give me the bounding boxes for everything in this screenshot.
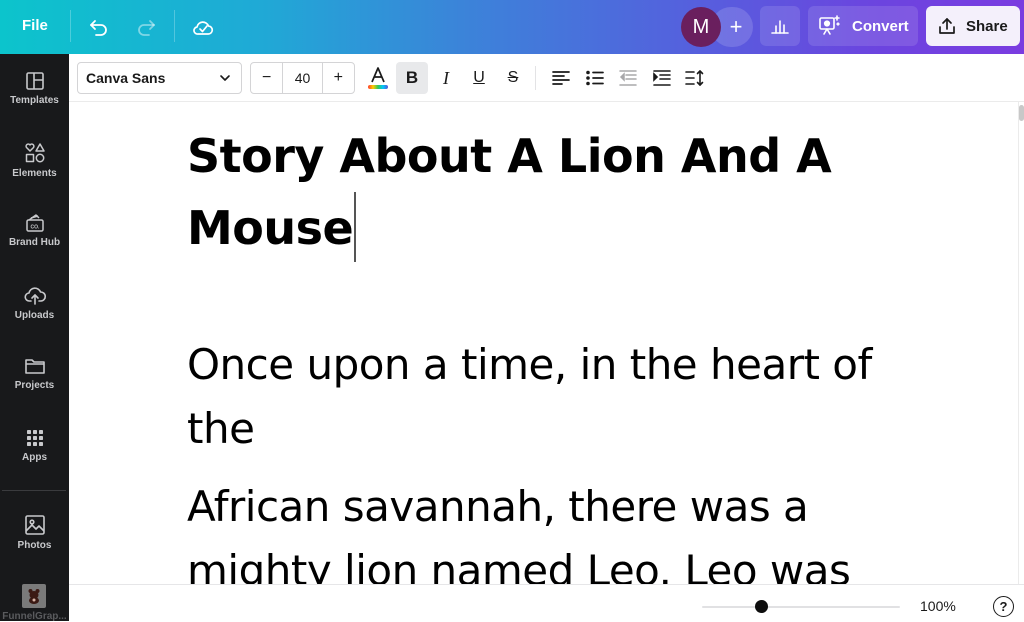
user-avatar[interactable]: M [681,7,721,47]
font-size-input[interactable]: 40 [282,63,323,93]
sidebar-item-elements[interactable]: Elements [0,142,69,179]
toolbar-divider [535,66,536,90]
help-icon: ? [999,599,1008,614]
decrease-font-size-button[interactable]: − [251,63,282,93]
sidebar-item-label: Templates [10,95,59,106]
vertical-scrollbar[interactable] [1019,102,1024,584]
bulleted-list-button[interactable] [579,62,611,94]
italic-icon: I [443,67,449,88]
share-upload-icon [939,18,955,34]
indent-icon [653,70,671,86]
cloud-check-icon [193,21,214,35]
convert-label: Convert [852,17,909,35]
font-family-dropdown[interactable]: Canva Sans [77,62,242,94]
redo-button[interactable] [132,13,160,41]
underline-icon: U [473,69,485,86]
folder-icon [24,359,45,374]
share-button[interactable]: Share [926,6,1020,46]
zoom-slider-handle[interactable] [754,600,768,613]
document-canvas[interactable]: Story About A Lion And A Mouse Once upon… [69,102,1019,584]
strikethrough-button[interactable]: S [497,62,529,94]
text-color-button[interactable] [362,62,394,94]
increase-font-size-button[interactable]: + [323,63,354,93]
image-icon [24,515,45,535]
save-status-button[interactable] [189,13,217,41]
sidebar-item-label: Brand Hub [8,237,61,248]
templates-icon [25,72,44,90]
file-menu-button[interactable]: File [22,17,48,34]
sidebar-item-apps[interactable]: Apps [0,428,69,463]
outdent-icon [619,70,637,86]
apps-grid-icon [26,430,43,446]
sidebar-item-brand-hub[interactable]: CO. Brand Hub [0,213,69,248]
undo-button[interactable] [85,13,113,41]
divider [70,10,71,42]
share-label: Share [966,17,1008,35]
insights-button[interactable] [760,6,800,46]
bold-button[interactable]: B [396,62,428,94]
bar-chart-icon [771,20,789,34]
strikethrough-icon: S [507,69,519,86]
redo-icon [138,20,155,36]
sidebar-item-templates[interactable]: Templates [0,71,69,106]
help-button[interactable]: ? [993,596,1014,617]
top-bar: File + M Convert Share [0,0,1024,54]
sidebar-item-label: Apps [22,452,47,463]
sidebar-item-label: Uploads [14,310,55,321]
increase-indent-button[interactable] [646,62,678,94]
undo-icon [90,20,107,36]
sidebar-item-label: FunnelGrap... [2,611,67,622]
zoom-slider[interactable] [702,606,900,608]
decrease-indent-button[interactable] [612,62,644,94]
sidebar-item-funnelgraph[interactable] [22,584,46,608]
sidebar-item-label: Elements [12,168,57,179]
sidebar-item-label: Photos [17,540,52,551]
font-family-value: Canva Sans [86,70,166,86]
presentation-sparkle-icon [819,15,840,35]
footer-bar: 100% ? [69,584,1024,621]
line-spacing-button[interactable] [679,62,711,94]
sidebar-item-projects[interactable]: Projects [0,356,69,391]
align-left-button[interactable] [545,62,577,94]
convert-button[interactable]: Convert [808,6,918,46]
sidebar-divider [2,490,66,491]
divider [174,10,175,42]
text-cursor [354,192,356,262]
sidebar: Templates Elements CO. Brand Hub Uploads… [0,54,69,622]
font-size-stepper: − 40 + [250,62,355,94]
underline-button[interactable]: U [463,62,495,94]
text-color-icon [368,67,388,89]
text-formatting-toolbar: Canva Sans − 40 + B I U S [69,54,1024,102]
upload-cloud-icon [23,287,46,305]
title-text: Story About A Lion And A Mouse [187,129,832,255]
scrollbar-thumb[interactable] [1019,105,1024,121]
elements-icon [24,143,45,163]
bulleted-list-icon [586,70,604,86]
bold-icon: B [405,68,419,87]
sidebar-item-label: Projects [14,380,55,391]
line-spacing-icon [685,70,704,86]
paragraph[interactable]: Once upon a time, in the heart of the [187,333,947,461]
align-left-icon [552,71,570,85]
paragraph[interactable]: African savannah, there was a mighty lio… [187,475,947,584]
sidebar-item-photos[interactable]: Photos [0,514,69,551]
brand-hub-icon: CO. [25,214,44,232]
funnelgraph-app-icon [28,589,40,604]
svg-text:CO.: CO. [30,225,40,231]
sidebar-item-uploads[interactable]: Uploads [0,284,69,321]
italic-button[interactable]: I [430,62,462,94]
chevron-down-icon [220,75,230,81]
zoom-percent[interactable]: 100% [920,598,956,614]
document-title[interactable]: Story About A Lion And A Mouse [187,120,907,264]
